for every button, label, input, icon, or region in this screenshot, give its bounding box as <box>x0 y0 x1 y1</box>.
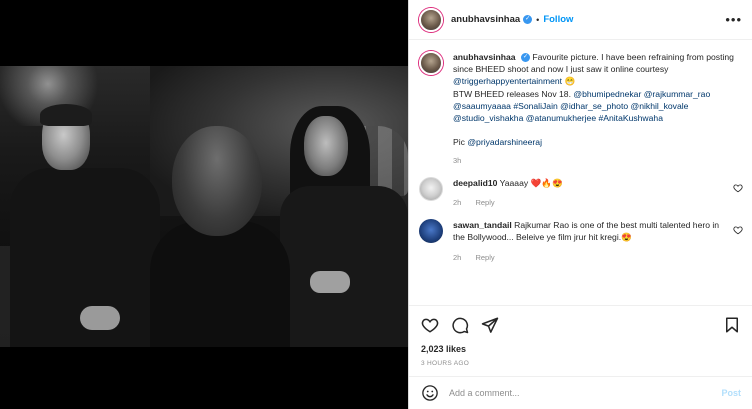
share-icon[interactable] <box>481 316 499 334</box>
comments-list[interactable]: anubhavsinhaa ✓ Favourite picture. I hav… <box>409 41 752 305</box>
comment-icon[interactable] <box>451 316 469 334</box>
post-timestamp[interactable]: 3 HOURS AGO <box>421 360 741 367</box>
comment-input[interactable] <box>449 388 722 398</box>
comment-time[interactable]: 2h <box>453 198 461 207</box>
comment-text: Yaaaay ❤️🔥😍 <box>499 177 563 188</box>
avatar[interactable] <box>419 7 443 32</box>
post-actions: 2,023 likes 3 HOURS AGO <box>409 305 752 367</box>
post-media <box>0 0 408 409</box>
header-separator: • <box>536 14 540 25</box>
post-caption: anubhavsinhaa ✓ Favourite picture. I hav… <box>419 51 743 167</box>
photo-person-center <box>150 126 290 347</box>
verified-icon: ✓ <box>523 15 533 24</box>
comment-reply-button[interactable]: Reply <box>475 253 494 262</box>
comment-meta: 2h Reply <box>453 252 723 264</box>
instagram-post-modal: anubhavsinhaa ✓ • Follow ••• anubhavsinh… <box>0 0 752 409</box>
photo-person-right <box>280 106 408 347</box>
comment-body: sawan_tandail Rajkumar Rao is one of the… <box>453 219 723 264</box>
add-comment-bar: Post <box>409 376 752 409</box>
comment-item: sawan_tandail Rajkumar Rao is one of the… <box>419 219 743 264</box>
caption-text: anubhavsinhaa ✓ Favourite picture. I hav… <box>453 51 743 167</box>
caption-pic-label: Pic <box>453 137 468 148</box>
comment-avatar[interactable] <box>419 219 443 244</box>
comment-item: deepalid10 Yaaaay ❤️🔥😍 2h Reply <box>419 176 743 209</box>
header-username[interactable]: anubhavsinhaa <box>451 14 520 25</box>
likes-count[interactable]: 2,023 likes <box>421 344 741 354</box>
emoji-icon[interactable] <box>421 384 439 402</box>
comment-like-icon[interactable] <box>733 225 743 237</box>
caption-mention-1[interactable]: @triggerhappyentertainment <box>453 76 562 86</box>
comment-meta: 2h Reply <box>453 197 723 209</box>
caption-body-2: BTW BHEED releases Nov 18. <box>453 88 574 99</box>
comment-body: deepalid10 Yaaaay ❤️🔥😍 2h Reply <box>453 177 723 209</box>
comment-time[interactable]: 2h <box>453 253 461 262</box>
caption-username[interactable]: anubhavsinhaa <box>453 52 516 62</box>
comment-avatar[interactable] <box>419 176 443 201</box>
comment-username[interactable]: sawan_tandail <box>453 220 512 230</box>
caption-emoji: 😁 <box>564 76 576 87</box>
caption-pic-mention[interactable]: @priyadarshineeraj <box>467 137 542 147</box>
action-icons <box>421 312 741 338</box>
photo-person-left <box>10 104 160 347</box>
more-options-icon[interactable]: ••• <box>725 12 742 27</box>
post-comment-button[interactable]: Post <box>721 388 741 398</box>
comment-reply-button[interactable]: Reply <box>475 198 494 207</box>
follow-button[interactable]: Follow <box>543 14 573 25</box>
post-side-panel: anubhavsinhaa ✓ • Follow ••• anubhavsinh… <box>408 0 752 409</box>
comment-username[interactable]: deepalid10 <box>453 178 497 188</box>
heart-icon[interactable] <box>421 316 439 334</box>
comment-like-icon[interactable] <box>733 183 743 195</box>
bookmark-icon[interactable] <box>723 316 741 334</box>
post-photo[interactable] <box>0 66 408 347</box>
caption-verified-icon: ✓ <box>520 53 530 63</box>
caption-time[interactable]: 3h <box>453 155 743 167</box>
caption-avatar[interactable] <box>419 51 443 75</box>
post-header: anubhavsinhaa ✓ • Follow ••• <box>409 0 752 40</box>
